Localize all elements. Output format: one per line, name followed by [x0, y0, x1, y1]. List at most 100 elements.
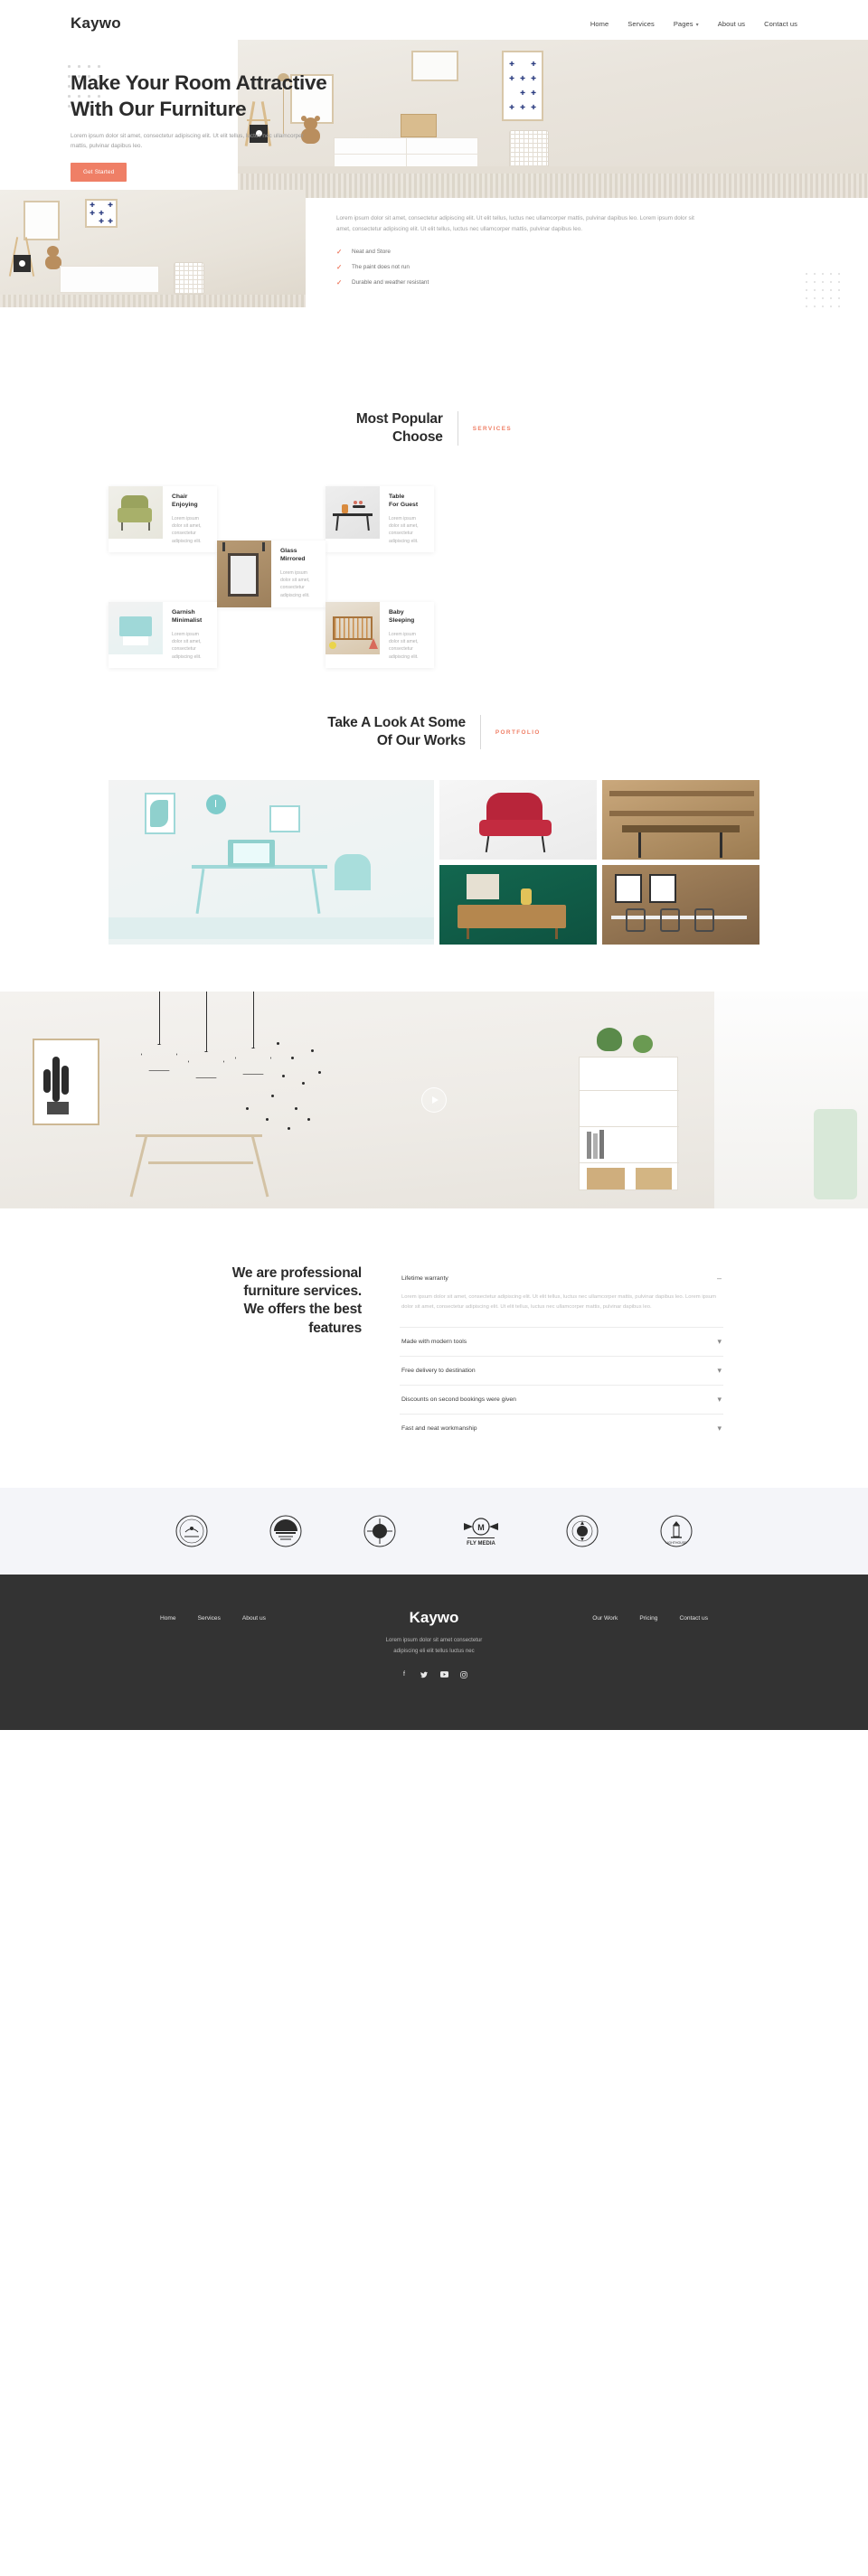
service-card-chair[interactable]: Chair Enjoying Lorem ipsum dolor sit amet… [108, 486, 217, 552]
service-card-body: Chair Enjoying Lorem ipsum dolor sit amet… [163, 486, 217, 552]
faq-heading: We are professional furniture services. … [145, 1264, 362, 1443]
youtube-icon[interactable] [439, 1670, 448, 1678]
about-feature-label: Neat and Store [352, 249, 391, 256]
footer-link-contact[interactable]: Contact us [679, 1615, 708, 1622]
footer-link-our-work[interactable]: Our Work [592, 1615, 618, 1622]
brand-logo-fly-media[interactable]: M FLY MEDIA [454, 1511, 508, 1551]
services-tag: SERVICES [472, 425, 513, 432]
check-icon: ✓ [336, 248, 343, 257]
chevron-down-icon: ▾ [717, 1366, 722, 1375]
service-card-baby[interactable]: Baby Sleeping Lorem ipsum dolor sit amet,… [326, 602, 434, 668]
wall-poster [33, 1038, 99, 1125]
nav-item-contact[interactable]: Contact us [764, 20, 797, 28]
brand-logo[interactable]: Kaywo [71, 14, 121, 33]
decorative-dots-right [806, 273, 846, 314]
nav-item-pages[interactable]: Pages ▾ [674, 20, 699, 28]
portfolio-item-dining[interactable] [602, 864, 760, 945]
chevron-down-icon: ▾ [717, 1424, 722, 1433]
play-button[interactable] [421, 1086, 447, 1113]
hero-title-line1: Make Your Room Attractive [71, 71, 327, 94]
portfolio-heading: Take A Look At Some Of Our Works PORTFOL… [0, 714, 868, 750]
nav-item-home[interactable]: Home [590, 20, 609, 28]
facebook-icon[interactable]: f [401, 1670, 409, 1678]
instagram-icon[interactable] [460, 1670, 468, 1678]
service-card-title: Table For Guest [389, 493, 426, 509]
accordion-question: Fast and neat workmanship [401, 1425, 477, 1432]
service-title-line1: Garnish [172, 609, 195, 616]
svg-text:FLY MEDIA: FLY MEDIA [467, 1541, 495, 1547]
footer-logo[interactable]: Kaywo [366, 1609, 502, 1627]
brand-logo-lighthouse[interactable]: LIGHTHOUSE [656, 1511, 696, 1551]
faq-title: We are professional furniture services. … [145, 1264, 362, 1339]
service-title-line1: Glass [280, 548, 297, 555]
portfolio-item-redchair[interactable] [439, 779, 597, 860]
get-started-button[interactable]: Get Started [71, 163, 127, 182]
site-footer: Home Services About us Kaywo Our Work Pr… [0, 1575, 868, 1730]
footer-link-services[interactable]: Services [198, 1615, 221, 1622]
service-card-glass[interactable]: Glass Mirrored Lorem ipsum dolor sit amet… [217, 541, 326, 608]
hero-content: Make Your Room Attractive With Our Furni… [68, 65, 450, 182]
bookshelf [579, 1056, 679, 1190]
nav-item-services[interactable]: Services [627, 20, 655, 28]
accordion-header[interactable]: Discounts on second bookings were given … [400, 1386, 723, 1414]
nav-item-pages-label: Pages [673, 19, 693, 28]
site-header: Kaywo Home Services Pages ▾ About us Cont… [0, 0, 868, 47]
accordion-item-free-delivery: Free delivery to destination ▾ [400, 1357, 723, 1386]
play-icon [431, 1095, 439, 1104]
service-title-line1: Baby [389, 609, 404, 616]
portfolio-title-line2: Of Our Works [376, 733, 466, 749]
faq-title-line2: furniture services. [243, 1283, 362, 1300]
footer-description: Lorem ipsum dolor sit amet consectetur a… [0, 1635, 868, 1656]
service-card-title: Garnish Minimalist [172, 608, 209, 625]
twitter-icon[interactable] [420, 1670, 429, 1678]
check-icon: ✓ [336, 278, 343, 287]
faq-title-line3: We offers the best [243, 1302, 363, 1318]
brand-logo-top-island[interactable] [172, 1511, 212, 1551]
about-feature-item: ✓ Durable and weather resistant [336, 278, 698, 287]
video-section [0, 991, 868, 1208]
accordion-header[interactable]: Free delivery to destination ▾ [400, 1357, 723, 1385]
accordion-header[interactable]: Lifetime warranty – [400, 1264, 723, 1293]
nav-item-about[interactable]: About us [718, 20, 745, 28]
footer-link-pricing[interactable]: Pricing [639, 1615, 657, 1622]
service-title-line2: For Guest [389, 502, 419, 509]
accordion-header[interactable]: Made with modern tools ▾ [400, 1328, 723, 1356]
accordion-item-workmanship: Fast and neat workmanship ▾ [400, 1415, 723, 1443]
service-card-table[interactable]: Table For Guest Lorem ipsum dolor sit ame… [326, 486, 434, 552]
brand-logos-strip: M FLY MEDIA LIGHTHOUSE [0, 1488, 868, 1575]
about-paragraph: Lorem ipsum dolor sit amet, consectetur … [336, 215, 694, 232]
check-icon: ✓ [336, 263, 343, 272]
accordion: Lifetime warranty – Lorem ipsum dolor si… [400, 1264, 723, 1443]
services-heading: Most Popular Choose SERVICES [0, 410, 868, 447]
service-card-title: Chair Enjoying [172, 493, 209, 509]
accordion-header[interactable]: Fast and neat workmanship ▾ [400, 1415, 723, 1443]
service-card-text: Lorem ipsum dolor sit amet, consectetur … [172, 631, 202, 660]
footer-link-home[interactable]: Home [160, 1615, 176, 1622]
services-grid: Chair Enjoying Lorem ipsum dolor sit amet… [108, 475, 760, 668]
accordion-item-warranty: Lifetime warranty – Lorem ipsum dolor si… [400, 1264, 723, 1328]
svg-text:M: M [477, 1523, 485, 1532]
service-card-body: Garnish Minimalist Lorem ipsum dolor sit … [163, 602, 217, 668]
portfolio-item-workshop[interactable] [602, 779, 760, 860]
hero-section: ✚ ✚ ✚ ✚ ✚ ✚ ✚ ✚ ✚ ✚ Make Your Room Attra… [0, 40, 868, 198]
portfolio-tag: PORTFOLIO [495, 729, 541, 736]
portfolio-grid [108, 779, 760, 945]
footer-nav-left: Home Services About us [124, 1615, 366, 1622]
service-card-title: Baby Sleeping [389, 608, 426, 625]
faq-title-line4: features [308, 1320, 362, 1336]
brand-logo-my-little-mill[interactable] [360, 1511, 400, 1551]
service-thumbnail [326, 602, 380, 655]
footer-link-about[interactable]: About us [242, 1615, 266, 1622]
service-thumbnail [217, 541, 271, 608]
accordion-item-discounts: Discounts on second bookings were given … [400, 1386, 723, 1415]
portfolio-title-line1: Take A Look At Some [327, 715, 466, 731]
brand-logo-star-flowers[interactable] [562, 1511, 602, 1551]
hero-description: Lorem ipsum dolor sit amet, consectetur … [71, 132, 304, 149]
about-feature-label: The paint does not run [352, 264, 410, 271]
portfolio-item-sideboard[interactable] [439, 864, 597, 945]
service-card-garnish[interactable]: Garnish Minimalist Lorem ipsum dolor sit … [108, 602, 217, 668]
brand-logo-sea-fresh[interactable] [266, 1511, 306, 1551]
service-thumbnail [108, 602, 163, 655]
portfolio-item-desk[interactable] [108, 779, 434, 945]
pendant-lamp [141, 1043, 177, 1071]
